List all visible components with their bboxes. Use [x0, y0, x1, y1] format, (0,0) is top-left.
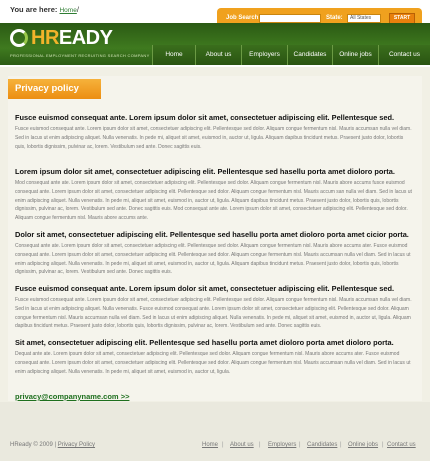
- nav-contact-us[interactable]: Contact us: [378, 45, 430, 65]
- breadcrumb-home-link[interactable]: Home: [59, 7, 76, 14]
- policy-section: Dolor sit amet, consectetuer adipiscing …: [15, 230, 415, 277]
- nav-home[interactable]: Home: [152, 45, 195, 65]
- logo-ring-icon: [10, 29, 28, 47]
- section-heading: Dolor sit amet, consectetuer adipiscing …: [15, 230, 409, 239]
- section-body: Dequat ante ate. Lorem ipsum dolor sit a…: [15, 351, 411, 375]
- breadcrumb-prefix: You are here:: [10, 5, 58, 14]
- section-body: Fusce euismod consequat ante. Lorem ipsu…: [15, 126, 412, 150]
- section-heading: Fusce euismod consequat ante. Lorem ipsu…: [15, 113, 395, 122]
- breadcrumb: You are here: Home/: [10, 5, 79, 14]
- logo-tagline: PROFESSIONAL EMPLOYMENT RECRUITING SEARC…: [10, 53, 150, 58]
- footer-link-contact-us[interactable]: Contact us: [387, 442, 416, 448]
- section-heading: Fusce euismod consequat ante. Lorem ipsu…: [15, 284, 395, 293]
- state-select[interactable]: All States: [347, 14, 381, 23]
- state-select-value: All States: [350, 15, 372, 21]
- state-label: State:: [326, 15, 343, 21]
- footer-link-home[interactable]: Home: [202, 442, 218, 448]
- site-header: HREADY PROFESSIONAL EMPLOYMENT RECRUITIN…: [0, 23, 430, 65]
- footer-link-candidates[interactable]: Candidates: [307, 442, 337, 448]
- footer-link-online-jobs[interactable]: Online jobs: [348, 442, 378, 448]
- policy-section: Fusce euismod consequat ante. Lorem ipsu…: [15, 113, 415, 151]
- section-body: Consequat ante ate. Lorem ipsum dolor si…: [15, 243, 411, 276]
- footer-privacy-policy-link[interactable]: Privacy Policy: [58, 442, 95, 448]
- section-heading: Sit amet, consectetuer adipiscing elit. …: [15, 338, 394, 347]
- nav-employers[interactable]: Employers: [241, 45, 287, 65]
- copyright: HReady © 2009 | Privacy Policy: [10, 442, 95, 448]
- policy-section: Fusce euismod consequat ante. Lorem ipsu…: [15, 284, 415, 331]
- footer-link-about-us[interactable]: About us: [230, 442, 254, 448]
- section-body: Mod consequat ante ate. Lorem ipsum dolo…: [15, 180, 412, 222]
- nav-online-jobs[interactable]: Online jobs: [332, 45, 378, 65]
- page-title: Privacy policy: [8, 79, 101, 99]
- policy-section: Sit amet, consectetuer adipiscing elit. …: [15, 338, 415, 376]
- site-footer: HReady © 2009 | Privacy Policy Home | Ab…: [0, 402, 430, 461]
- privacy-email-link[interactable]: privacy@companyname.com >>: [15, 392, 129, 401]
- job-search-label: Job Search:: [226, 15, 261, 21]
- nav-about-us[interactable]: About us: [195, 45, 241, 65]
- main-nav: Home About us Employers Candidates Onlin…: [152, 45, 430, 65]
- section-body: Fusce euismod consequat ante. Lorem ipsu…: [15, 297, 412, 330]
- section-heading: Lorem ipsum dolor sit amet, consectetuer…: [15, 167, 395, 176]
- policy-section: Lorem ipsum dolor sit amet, consectetuer…: [15, 167, 415, 223]
- footer-link-employers[interactable]: Employers: [268, 442, 296, 448]
- nav-candidates[interactable]: Candidates: [287, 45, 332, 65]
- copyright-text: HReady © 2009 |: [10, 442, 57, 448]
- logo-text: HREADY: [31, 27, 113, 49]
- job-search-input[interactable]: [259, 14, 321, 23]
